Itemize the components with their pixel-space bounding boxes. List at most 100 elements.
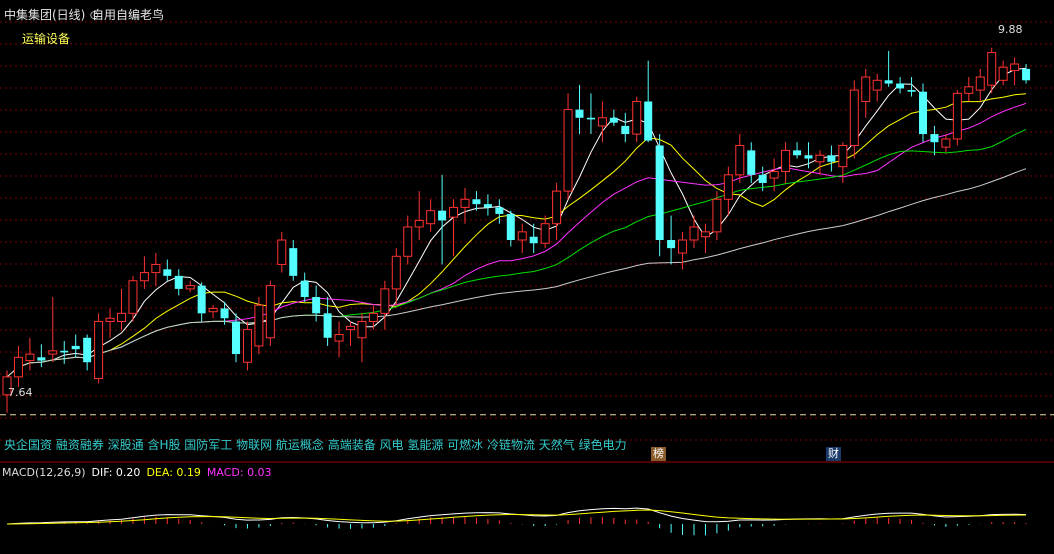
candle-body-down [758,174,767,183]
candle-body-down [747,150,756,175]
low-price-label: 7.64 [8,386,33,399]
high-price-label: 9.88 [998,23,1023,36]
candle-body-up [128,280,138,314]
candle-body-up [563,109,573,192]
sector-label: 运输设备 [22,32,71,46]
candle-body-down [575,109,584,118]
candle-body-up [48,350,58,355]
candle-body-down [220,308,229,319]
candle-body-down [930,134,939,143]
candle-body-up [952,92,962,140]
candle-body-up [678,239,688,254]
macd-legend: MACD(12,26,9) DIF: 0.20 DEA: 0.19 MACD: 0.0… [2,466,278,479]
candle-body-up [368,312,378,322]
candle-body-down [667,240,676,249]
candle-body-up [700,231,710,238]
candle-body-down [644,101,653,141]
candle-body-down [438,210,447,221]
candle-body-up [449,206,459,218]
candle-body-down [655,145,664,240]
candle-body-up [403,226,413,257]
candle-body-up [1010,63,1020,72]
candle-body-down [884,80,893,84]
candle-body-down [609,117,618,123]
candle-body-up [254,304,264,347]
candle-body-down [827,155,836,162]
candle-body-up [517,231,527,241]
candle-body-up [242,329,252,363]
candle-body-down [163,269,172,276]
candle-body-up [872,79,882,91]
candle-body-up [735,144,745,176]
candle-body-up [712,198,722,233]
candle-body-up [391,255,401,290]
macd-value: MACD: 0.03 [206,466,272,479]
candle-body-down [71,345,80,350]
ranking-badge[interactable]: 榜 [651,447,666,461]
candle-body-up [849,89,859,146]
candle-body-down [37,357,46,361]
candle-body-down [300,280,309,298]
candle-body-up [139,272,149,282]
candle-body-down [793,150,802,156]
ma10-line [6,93,1027,378]
candle-body-up [769,171,779,179]
stock-title: 中集集团(日线) ⊙ [4,8,100,22]
candle-body-up [265,285,275,339]
ma30-line [6,128,1027,378]
candle-body-up [540,223,550,244]
candle-body-down [472,199,481,205]
candle-body-down [83,337,92,363]
candle-body-up [597,117,607,127]
candle-body-up [117,312,126,322]
dif-line [6,507,1027,525]
macd-dif: DIF: 0.20 [91,466,141,479]
dea-line [6,509,1027,525]
candle-body-up [94,320,104,380]
candle-body-down [907,90,916,92]
candle-body-up [13,356,23,378]
candle-body-up [838,144,848,168]
candle-body-up [346,325,355,331]
candle-body-up [998,66,1008,81]
candle-body-up [208,307,218,313]
candle-body-up [277,239,287,265]
candle-body-up [460,198,470,208]
concept-list: 央企国资 融资融券 深股通 含H股 国防军工 物联网 航运概念 高端装备 风电 … [4,438,627,452]
candle-body-up [723,174,733,200]
candle-body-down [323,313,332,338]
candle-body-up [380,288,390,314]
finance-badge[interactable]: 财 [826,447,841,461]
candle-body-up [552,190,562,225]
candle-body-up [105,317,115,322]
candle-body-up [632,100,642,135]
candle-body-up [987,52,997,86]
candle-body-down [804,155,813,159]
candle-body-up [861,76,871,102]
candle-body-down [232,321,240,355]
candle-body-up [357,320,367,339]
candle-body-up [975,76,985,91]
candle-body-down [60,350,69,353]
candle-body-down [586,117,595,120]
candle-body-down [312,297,321,314]
candle-body-down [919,91,927,135]
candle-body-down [174,275,183,289]
candle-body-up [781,149,791,173]
candle-body-up [964,86,974,94]
macd-name: MACD(12,26,9) [2,466,86,479]
candle-body-down [896,83,905,89]
candle-body-down [495,207,504,214]
ma20-line [6,102,1027,378]
candle-body-down [529,236,538,244]
candle-body-up [334,334,344,342]
ma5-line [6,67,1027,378]
candle-body-down [483,204,492,208]
candle-body-down [1022,68,1031,81]
formula-name-button[interactable]: 自用自编老鸟 [92,6,164,23]
macd-dea: DEA: 0.19 [146,466,201,479]
candle-body-down [197,285,206,314]
candle-body-up [941,138,951,148]
candle-body-up [185,285,195,290]
candle-body-up [151,263,161,274]
